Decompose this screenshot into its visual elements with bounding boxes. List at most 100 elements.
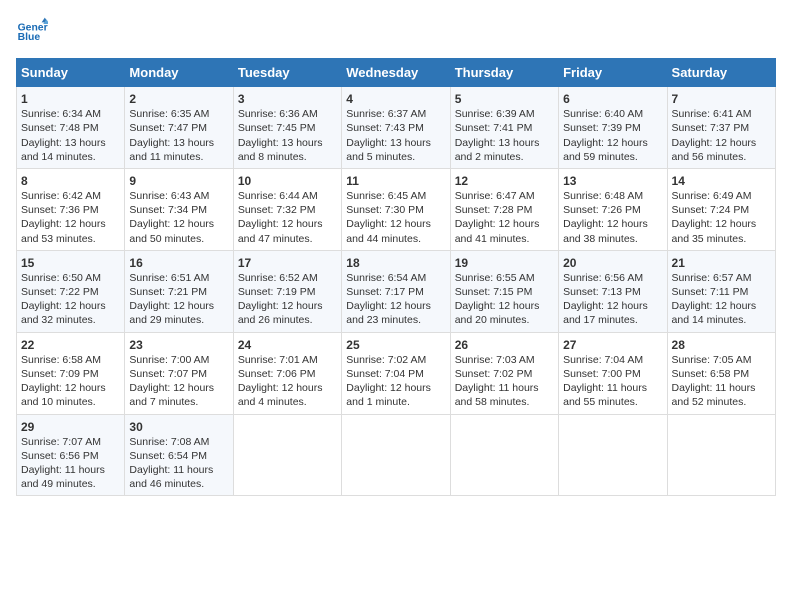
day-info-line: Sunrise: 6:45 AM <box>346 189 445 203</box>
day-info-line: and 58 minutes. <box>455 395 554 409</box>
day-info-line: Daylight: 12 hours <box>129 381 228 395</box>
calendar-cell: 24Sunrise: 7:01 AMSunset: 7:06 PMDayligh… <box>233 332 341 414</box>
calendar-cell: 30Sunrise: 7:08 AMSunset: 6:54 PMDayligh… <box>125 414 233 496</box>
day-info-line: Sunrise: 6:43 AM <box>129 189 228 203</box>
day-info-line: and 5 minutes. <box>346 150 445 164</box>
day-number: 3 <box>238 91 337 107</box>
day-info-line: and 4 minutes. <box>238 395 337 409</box>
day-number: 29 <box>21 419 120 435</box>
day-info-line: Sunset: 6:58 PM <box>672 367 771 381</box>
day-number: 10 <box>238 173 337 189</box>
day-info-line: Sunrise: 6:51 AM <box>129 271 228 285</box>
calendar-cell: 16Sunrise: 6:51 AMSunset: 7:21 PMDayligh… <box>125 250 233 332</box>
day-info-line: Daylight: 12 hours <box>563 299 662 313</box>
header-saturday: Saturday <box>667 59 775 87</box>
day-number: 25 <box>346 337 445 353</box>
day-info-line: and 50 minutes. <box>129 232 228 246</box>
day-info-line: Sunrise: 6:39 AM <box>455 107 554 121</box>
day-info-line: Sunset: 7:13 PM <box>563 285 662 299</box>
week-row-3: 15Sunrise: 6:50 AMSunset: 7:22 PMDayligh… <box>17 250 776 332</box>
day-info-line: Sunrise: 7:01 AM <box>238 353 337 367</box>
day-number: 11 <box>346 173 445 189</box>
calendar-cell <box>667 414 775 496</box>
day-info-line: Daylight: 11 hours <box>129 463 228 477</box>
day-info-line: and 41 minutes. <box>455 232 554 246</box>
day-info-line: Sunrise: 6:50 AM <box>21 271 120 285</box>
day-info-line: Sunrise: 6:44 AM <box>238 189 337 203</box>
day-info-line: Daylight: 12 hours <box>672 217 771 231</box>
calendar-table: SundayMondayTuesdayWednesdayThursdayFrid… <box>16 58 776 496</box>
day-info-line: and 8 minutes. <box>238 150 337 164</box>
day-info-line: Sunrise: 6:48 AM <box>563 189 662 203</box>
calendar-header-row: SundayMondayTuesdayWednesdayThursdayFrid… <box>17 59 776 87</box>
calendar-cell <box>342 414 450 496</box>
svg-text:Blue: Blue <box>18 32 41 43</box>
week-row-2: 8Sunrise: 6:42 AMSunset: 7:36 PMDaylight… <box>17 168 776 250</box>
day-info-line: Sunset: 7:36 PM <box>21 203 120 217</box>
day-info-line: Sunrise: 6:56 AM <box>563 271 662 285</box>
day-info-line: Daylight: 13 hours <box>129 136 228 150</box>
day-info-line: Sunset: 7:00 PM <box>563 367 662 381</box>
calendar-cell: 27Sunrise: 7:04 AMSunset: 7:00 PMDayligh… <box>559 332 667 414</box>
day-info-line: Sunset: 7:21 PM <box>129 285 228 299</box>
header-thursday: Thursday <box>450 59 558 87</box>
header-friday: Friday <box>559 59 667 87</box>
day-number: 7 <box>672 91 771 107</box>
day-info-line: Sunset: 7:37 PM <box>672 121 771 135</box>
calendar-cell: 2Sunrise: 6:35 AMSunset: 7:47 PMDaylight… <box>125 87 233 169</box>
day-info-line: and 14 minutes. <box>21 150 120 164</box>
day-info-line: Daylight: 13 hours <box>346 136 445 150</box>
day-info-line: and 47 minutes. <box>238 232 337 246</box>
calendar-cell: 29Sunrise: 7:07 AMSunset: 6:56 PMDayligh… <box>17 414 125 496</box>
logo: General Blue <box>16 16 48 48</box>
calendar-cell: 17Sunrise: 6:52 AMSunset: 7:19 PMDayligh… <box>233 250 341 332</box>
day-info-line: Daylight: 12 hours <box>21 381 120 395</box>
day-info-line: Sunset: 7:48 PM <box>21 121 120 135</box>
day-info-line: Daylight: 12 hours <box>238 217 337 231</box>
day-info-line: Sunrise: 6:52 AM <box>238 271 337 285</box>
day-info-line: and 7 minutes. <box>129 395 228 409</box>
calendar-cell: 8Sunrise: 6:42 AMSunset: 7:36 PMDaylight… <box>17 168 125 250</box>
day-info-line: Daylight: 12 hours <box>21 217 120 231</box>
calendar-cell: 5Sunrise: 6:39 AMSunset: 7:41 PMDaylight… <box>450 87 558 169</box>
day-number: 20 <box>563 255 662 271</box>
day-info-line: Sunrise: 7:04 AM <box>563 353 662 367</box>
header-wednesday: Wednesday <box>342 59 450 87</box>
day-info-line: Sunset: 7:07 PM <box>129 367 228 381</box>
week-row-4: 22Sunrise: 6:58 AMSunset: 7:09 PMDayligh… <box>17 332 776 414</box>
day-info-line: Sunset: 7:39 PM <box>563 121 662 135</box>
day-info-line: Sunrise: 6:41 AM <box>672 107 771 121</box>
calendar-cell: 6Sunrise: 6:40 AMSunset: 7:39 PMDaylight… <box>559 87 667 169</box>
header-sunday: Sunday <box>17 59 125 87</box>
calendar-cell: 25Sunrise: 7:02 AMSunset: 7:04 PMDayligh… <box>342 332 450 414</box>
day-info-line: Sunset: 7:22 PM <box>21 285 120 299</box>
day-info-line: Sunset: 7:34 PM <box>129 203 228 217</box>
day-number: 24 <box>238 337 337 353</box>
day-info-line: Daylight: 11 hours <box>563 381 662 395</box>
day-info-line: Daylight: 13 hours <box>21 136 120 150</box>
day-info-line: Daylight: 12 hours <box>129 217 228 231</box>
day-number: 19 <box>455 255 554 271</box>
day-info-line: and 49 minutes. <box>21 477 120 491</box>
calendar-cell: 15Sunrise: 6:50 AMSunset: 7:22 PMDayligh… <box>17 250 125 332</box>
calendar-cell: 4Sunrise: 6:37 AMSunset: 7:43 PMDaylight… <box>342 87 450 169</box>
day-number: 2 <box>129 91 228 107</box>
day-number: 22 <box>21 337 120 353</box>
calendar-cell: 28Sunrise: 7:05 AMSunset: 6:58 PMDayligh… <box>667 332 775 414</box>
day-number: 5 <box>455 91 554 107</box>
day-info-line: Daylight: 12 hours <box>455 217 554 231</box>
calendar-cell: 12Sunrise: 6:47 AMSunset: 7:28 PMDayligh… <box>450 168 558 250</box>
day-info-line: Sunset: 7:17 PM <box>346 285 445 299</box>
day-number: 18 <box>346 255 445 271</box>
day-info-line: Sunset: 7:19 PM <box>238 285 337 299</box>
day-info-line: Sunrise: 7:03 AM <box>455 353 554 367</box>
calendar-cell <box>559 414 667 496</box>
day-info-line: Daylight: 12 hours <box>346 299 445 313</box>
day-info-line: Daylight: 12 hours <box>129 299 228 313</box>
day-number: 13 <box>563 173 662 189</box>
calendar-cell: 1Sunrise: 6:34 AMSunset: 7:48 PMDaylight… <box>17 87 125 169</box>
day-info-line: Daylight: 12 hours <box>346 381 445 395</box>
day-info-line: Daylight: 12 hours <box>238 381 337 395</box>
day-info-line: Sunset: 7:32 PM <box>238 203 337 217</box>
day-info-line: Sunset: 7:06 PM <box>238 367 337 381</box>
